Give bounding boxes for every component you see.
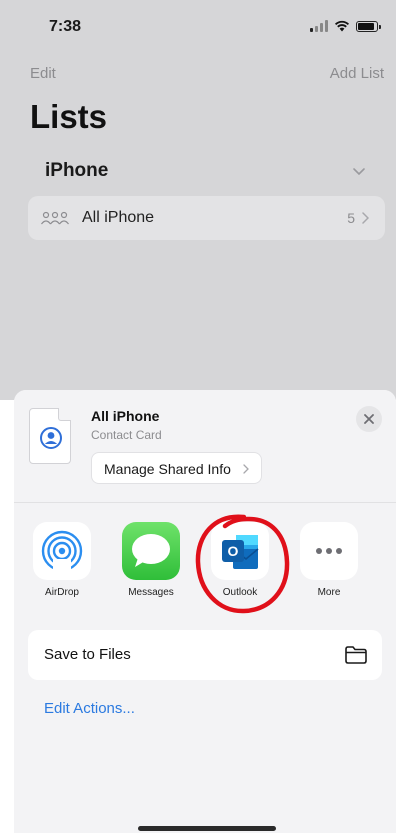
airdrop-icon bbox=[33, 522, 91, 580]
chevron-down-icon[interactable] bbox=[352, 166, 366, 176]
manage-shared-info-label: Manage Shared Info bbox=[104, 461, 231, 477]
folder-icon bbox=[345, 646, 367, 664]
status-time: 7:38 bbox=[49, 18, 82, 35]
save-to-files-row[interactable]: Save to Files bbox=[28, 630, 382, 680]
share-sheet: All iPhone Contact Card Manage Shared In… bbox=[14, 390, 396, 833]
home-indicator[interactable] bbox=[138, 826, 276, 831]
chevron-right-icon bbox=[362, 212, 369, 224]
contacts-group-icon bbox=[41, 211, 69, 225]
nav-bar: Edit Add List bbox=[0, 60, 396, 88]
wifi-icon bbox=[334, 20, 350, 32]
app-airdrop-label: AirDrop bbox=[45, 587, 79, 598]
save-to-files-label: Save to Files bbox=[44, 646, 131, 663]
status-icons bbox=[310, 20, 381, 32]
edit-actions-link[interactable]: Edit Actions... bbox=[44, 700, 135, 717]
contact-icon bbox=[40, 427, 62, 449]
add-list-button[interactable]: Add List bbox=[330, 65, 384, 82]
close-button[interactable] bbox=[356, 406, 382, 432]
screen: 7:38 Edit Add List Lists iPhone All iPho… bbox=[0, 0, 396, 833]
app-more-label: More bbox=[317, 587, 341, 598]
status-bar: 7:38 bbox=[0, 0, 396, 56]
signal-icon bbox=[310, 20, 328, 32]
share-sheet-header: All iPhone Contact Card Manage Shared In… bbox=[14, 390, 396, 503]
close-icon bbox=[364, 414, 374, 424]
more-icon bbox=[300, 522, 358, 580]
contact-card-thumbnail bbox=[29, 408, 71, 464]
app-more[interactable]: More bbox=[295, 522, 363, 598]
list-row-all-iphone[interactable]: All iPhone 5 bbox=[28, 196, 385, 240]
background-app: 7:38 Edit Add List Lists iPhone All iPho… bbox=[0, 0, 396, 400]
battery-icon bbox=[356, 20, 381, 32]
share-item-title: All iPhone bbox=[91, 408, 160, 424]
app-messages-label: Messages bbox=[128, 587, 174, 598]
share-item-subtitle: Contact Card bbox=[91, 428, 162, 442]
messages-icon bbox=[122, 522, 180, 580]
edit-button[interactable]: Edit bbox=[30, 65, 56, 82]
manage-shared-info-button[interactable]: Manage Shared Info bbox=[91, 452, 262, 484]
red-circle-annotation bbox=[195, 514, 290, 614]
chevron-right-icon bbox=[243, 464, 249, 474]
app-messages[interactable]: Messages bbox=[117, 522, 185, 598]
app-airdrop[interactable]: AirDrop bbox=[28, 522, 96, 598]
list-row-label: All iPhone bbox=[82, 209, 155, 226]
group-title: iPhone bbox=[45, 160, 109, 181]
list-row-count: 5 bbox=[347, 210, 355, 226]
page-title: Lists bbox=[30, 98, 108, 135]
